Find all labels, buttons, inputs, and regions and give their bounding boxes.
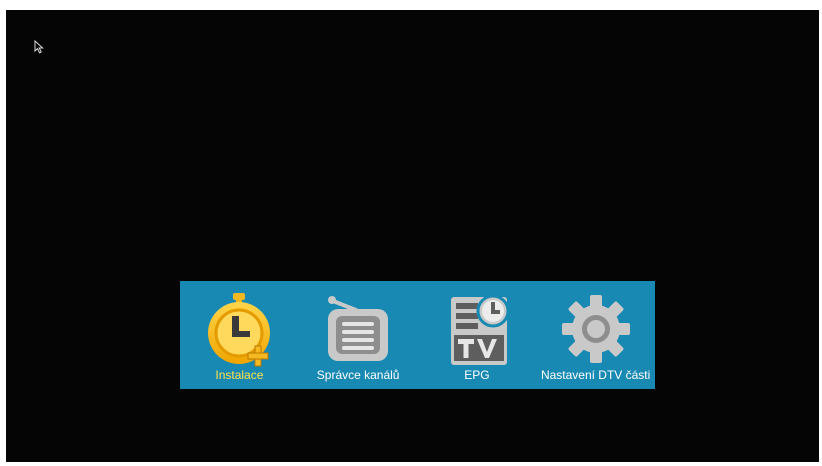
dtv-menu-bar: Instalace Správce kanálů EPG Nastavení D… xyxy=(180,281,655,389)
menu-item-instalace[interactable]: Instalace xyxy=(180,281,299,389)
stopwatch-plus-icon xyxy=(199,289,279,369)
gear-icon xyxy=(556,289,636,369)
menu-item-nastaveni-dtv[interactable]: Nastavení DTV části xyxy=(536,281,655,389)
menu-item-label: Instalace xyxy=(215,368,264,382)
menu-item-label: Nastavení DTV části xyxy=(540,368,651,382)
radio-icon xyxy=(318,289,398,369)
menu-item-label: Správce kanálů xyxy=(316,368,400,382)
tv-guide-icon xyxy=(437,289,517,369)
menu-item-epg[interactable]: EPG xyxy=(418,281,537,389)
mouse-pointer-icon xyxy=(34,39,46,54)
menu-item-spravce-kanalu[interactable]: Správce kanálů xyxy=(299,281,418,389)
tv-screen: Instalace Správce kanálů EPG Nastavení D… xyxy=(6,10,819,462)
menu-item-label: EPG xyxy=(464,368,490,382)
